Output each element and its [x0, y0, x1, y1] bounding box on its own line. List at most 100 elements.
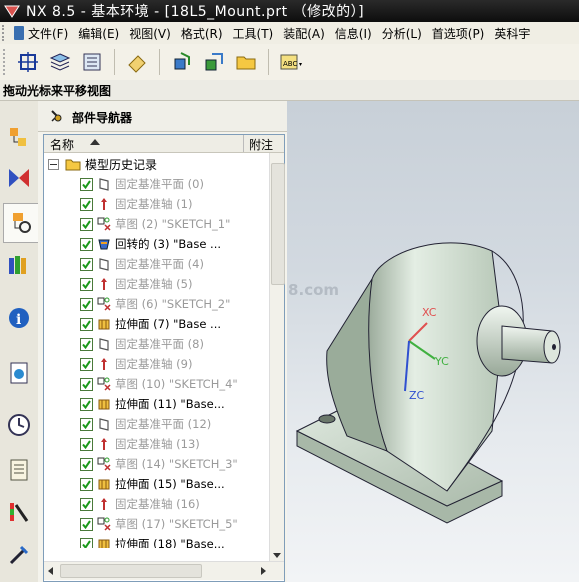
horizontal-scroll-thumb[interactable]	[60, 564, 202, 578]
visibility-checkbox[interactable]	[80, 217, 93, 231]
extrude-icon	[97, 537, 111, 548]
datum-plane-icon	[97, 417, 111, 431]
abc-grid-icon[interactable]: ABC	[278, 49, 304, 75]
col-note-header[interactable]: 附注	[249, 136, 273, 153]
vertical-scroll-thumb[interactable]	[271, 163, 285, 285]
tree-row[interactable]: 草图 (2) "SKETCH_1"	[80, 214, 230, 234]
menu-item[interactable]: 首选项(P)	[432, 25, 485, 42]
roles-icon	[10, 503, 29, 522]
visibility-checkbox[interactable]	[80, 237, 93, 251]
constraint-nav-icon	[9, 169, 29, 187]
menu-item[interactable]: 视图(V)	[129, 25, 171, 42]
tree-row[interactable]: 固定基准轴 (1)	[80, 194, 192, 214]
scroll-left-icon[interactable]	[48, 567, 53, 575]
menu-item[interactable]: 工具(T)	[233, 25, 274, 42]
horizontal-scrollbar[interactable]	[44, 561, 284, 580]
tree-row[interactable]: 固定基准平面 (0)	[80, 174, 204, 194]
visibility-checkbox[interactable]	[80, 377, 93, 391]
tree-row[interactable]: 拉伸面 (11) "Base...	[80, 394, 225, 414]
tree-row-label: 拉伸面 (18) "Base...	[115, 537, 225, 548]
menu-item[interactable]: 英科宇	[494, 25, 530, 42]
datum-axis-icon	[97, 437, 111, 451]
menu-item[interactable]: 文件(F)	[14, 25, 68, 42]
tree-row[interactable]: 固定基准轴 (5)	[80, 274, 192, 294]
visibility-checkbox[interactable]	[80, 537, 93, 548]
menu-item[interactable]: 编辑(E)	[78, 25, 119, 42]
tree-root[interactable]: 模型历史记录	[48, 154, 157, 174]
scroll-right-icon[interactable]	[261, 567, 266, 575]
constraint-navigator-tab[interactable]	[4, 159, 34, 197]
feature-tree[interactable]: 名称 附注 模型历史记录 固定基准平面 (0) 固定基准轴 (1) 草图 (2) "…	[43, 134, 285, 582]
pin-icon[interactable]	[48, 109, 62, 123]
vertical-scrollbar[interactable]	[269, 153, 285, 561]
menu-item[interactable]: 装配(A)	[283, 25, 325, 42]
visibility-checkbox[interactable]	[80, 337, 93, 351]
visibility-checkbox[interactable]	[80, 197, 93, 211]
tree-row[interactable]: 固定基准平面 (12)	[80, 414, 211, 434]
reuse-library-tab[interactable]	[4, 246, 34, 284]
revolve-icon	[97, 237, 111, 251]
navigator-title: 部件导航器	[72, 111, 133, 125]
toolbar-grip[interactable]	[3, 49, 9, 75]
tree-row[interactable]: 草图 (10) "SKETCH_4"	[80, 374, 238, 394]
menu-item[interactable]: 格式(R)	[181, 25, 223, 42]
folder-icon[interactable]	[233, 49, 259, 75]
csys-icon[interactable]	[15, 49, 41, 75]
sketch-icon	[97, 297, 111, 311]
scroll-down-icon[interactable]	[273, 553, 281, 558]
menu-item[interactable]: 信息(I)	[335, 25, 372, 42]
pack-icon[interactable]	[169, 49, 195, 75]
history-tab[interactable]	[4, 406, 34, 444]
tree-row[interactable]: 草图 (17) "SKETCH_5"	[80, 514, 238, 534]
col-name-header[interactable]: 名称	[50, 136, 74, 153]
tree-row[interactable]: 固定基准轴 (13)	[80, 434, 200, 454]
visibility-checkbox[interactable]	[80, 317, 93, 331]
eraser-icon[interactable]	[124, 49, 150, 75]
visibility-checkbox[interactable]	[80, 417, 93, 431]
visibility-checkbox[interactable]	[80, 437, 93, 451]
tree-row[interactable]: 固定基准平面 (8)	[80, 334, 204, 354]
tree-row[interactable]: 拉伸面 (15) "Base...	[80, 474, 225, 494]
tree-row[interactable]: 拉伸面 (18) "Base...	[80, 534, 225, 548]
menu-item[interactable]: 分析(L)	[382, 25, 422, 42]
visibility-checkbox[interactable]	[80, 517, 93, 531]
visibility-checkbox[interactable]	[80, 477, 93, 491]
box-fill-icon[interactable]	[201, 49, 227, 75]
watermark: cad2088.com	[287, 281, 340, 299]
menu-item-label: 工具(T)	[232, 26, 274, 41]
toolbar-separator	[268, 49, 269, 75]
extrude-icon	[97, 477, 111, 491]
graphics-window[interactable]: cad2088.com XC YC ZC	[287, 101, 579, 582]
system-materials-tab[interactable]	[4, 451, 34, 489]
visibility-checkbox[interactable]	[80, 397, 93, 411]
visibility-checkbox[interactable]	[80, 297, 93, 311]
info-tab[interactable]: i	[4, 299, 34, 337]
visibility-checkbox[interactable]	[80, 357, 93, 371]
visibility-checkbox[interactable]	[80, 497, 93, 511]
tree-row[interactable]: 固定基准轴 (9)	[80, 354, 192, 374]
palette-tab[interactable]	[4, 354, 34, 392]
tree-row-label: 固定基准轴 (13)	[115, 437, 200, 451]
roles-tab[interactable]	[4, 493, 34, 531]
menu-grip[interactable]	[2, 25, 10, 41]
visibility-checkbox[interactable]	[80, 177, 93, 191]
visibility-checkbox[interactable]	[80, 257, 93, 271]
tree-row[interactable]: 草图 (14) "SKETCH_3"	[80, 454, 238, 474]
column-header: 名称 附注	[44, 135, 284, 153]
assembly-navigator-tab[interactable]	[4, 119, 34, 157]
visibility-checkbox[interactable]	[80, 277, 93, 291]
wand-icon	[9, 545, 29, 565]
tree-row[interactable]: 拉伸面 (7) "Base ...	[80, 314, 221, 334]
part-navigator-tab[interactable]	[3, 203, 39, 243]
part-list-icon[interactable]	[79, 49, 105, 75]
tree-row[interactable]: 固定基准轴 (16)	[80, 494, 200, 514]
web-browser-tab[interactable]	[4, 537, 34, 575]
layer-icon[interactable]	[47, 49, 73, 75]
tree-row[interactable]: 固定基准平面 (4)	[80, 254, 204, 274]
visibility-checkbox[interactable]	[80, 457, 93, 471]
column-divider[interactable]	[243, 135, 244, 152]
tree-row[interactable]: 回转的 (3) "Base ...	[80, 234, 221, 254]
tree-row-label: 拉伸面 (7) "Base ...	[115, 317, 222, 331]
tree-row[interactable]: 草图 (6) "SKETCH_2"	[80, 294, 230, 314]
collapse-toggle-icon[interactable]	[48, 158, 59, 170]
